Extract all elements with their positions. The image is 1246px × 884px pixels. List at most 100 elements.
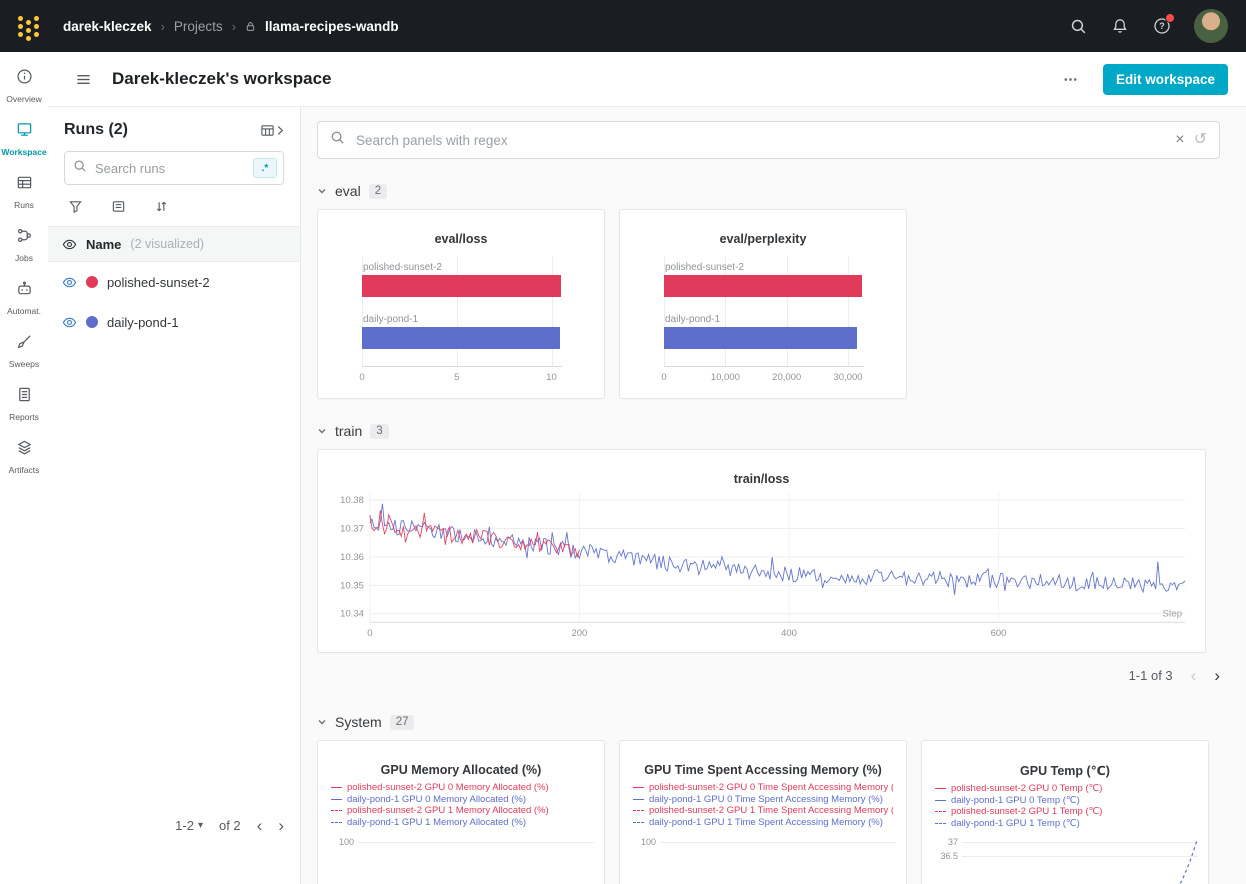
panel-gpu-memory-allocated[interactable]: GPU Memory Allocated (%) polished-sunset… (317, 740, 605, 884)
run-row-daily-pond-1[interactable]: daily-pond-1 (48, 302, 300, 342)
section-header-train[interactable]: train 3 (317, 423, 1220, 439)
visibility-eye-icon[interactable] (62, 275, 77, 290)
legend-label: polished-sunset-2 GPU 0 Memory Allocated… (347, 782, 549, 793)
expand-table-button[interactable] (260, 123, 284, 138)
panel-eval-loss[interactable]: eval/loss 0510polished-sunset-2daily-pon… (317, 209, 605, 399)
search-icon (73, 159, 87, 178)
visibility-eye-icon[interactable] (62, 315, 77, 330)
legend-swatch (935, 823, 946, 824)
breadcrumb-separator: › (161, 19, 165, 34)
notification-dot (1165, 13, 1175, 23)
chevron-down-icon (317, 717, 327, 727)
legend-label: daily-pond-1 GPU 1 Memory Allocated (%) (347, 817, 526, 828)
prev-page-button[interactable]: ‹ (257, 817, 263, 834)
legend-swatch (633, 810, 644, 811)
legend-label: daily-pond-1 GPU 1 Temp (℃) (951, 818, 1080, 829)
panel-gpu-time-accessing-memory[interactable]: GPU Time Spent Accessing Memory (%) poli… (619, 740, 907, 884)
panel-train-loss[interactable]: train/loss 10.3810.3710.3610.3510.340200… (317, 449, 1206, 653)
bar-polished-sunset-2[interactable] (362, 275, 561, 297)
panels-search-input[interactable] (354, 132, 1166, 149)
panel-title: eval/perplexity (620, 210, 906, 246)
legend-item[interactable]: polished-sunset-2 GPU 1 Temp (℃) (935, 806, 1195, 818)
robot-icon (16, 280, 33, 302)
search-icon[interactable] (1068, 16, 1088, 36)
document-icon (16, 386, 33, 408)
x-tick-label: 0 (661, 372, 666, 383)
bar-gridline (848, 256, 849, 366)
legend-swatch (331, 810, 342, 811)
notifications-bell-icon[interactable] (1110, 16, 1130, 36)
regex-toggle-button[interactable]: .* (253, 158, 277, 178)
legend-item[interactable]: daily-pond-1 GPU 0 Memory Allocated (%) (331, 794, 591, 806)
hamburger-menu-icon[interactable] (75, 71, 92, 88)
train-loss-line-chart[interactable]: 10.3810.3710.3610.3510.340200400600Step (318, 450, 1205, 652)
edit-workspace-button[interactable]: Edit workspace (1103, 64, 1228, 95)
rail-item-jobs[interactable]: Jobs (0, 219, 48, 272)
group-icon[interactable] (111, 199, 126, 214)
lock-icon (245, 21, 256, 32)
legend-item[interactable]: polished-sunset-2 GPU 0 Temp (℃) (935, 783, 1195, 795)
clear-search-icon[interactable]: × (1175, 132, 1184, 148)
name-column-header[interactable]: Name (86, 237, 121, 252)
breadcrumb-projects[interactable]: Projects (174, 19, 223, 34)
legend-label: daily-pond-1 GPU 1 Time Spent Accessing … (649, 817, 883, 828)
next-page-button[interactable]: › (278, 817, 284, 834)
legend-label: polished-sunset-2 GPU 0 Time Spent Acces… (649, 782, 893, 793)
wandb-logo[interactable] (18, 16, 39, 37)
rail-item-workspace[interactable]: Workspace (0, 113, 48, 166)
panels-main: × ↺ eval 2 eval/loss 0510polished-sunset… (301, 107, 1246, 884)
legend-item[interactable]: daily-pond-1 GPU 1 Memory Allocated (%) (331, 817, 591, 829)
rail-item-artifacts[interactable]: Artifacts (0, 431, 48, 484)
legend-label: daily-pond-1 GPU 0 Time Spent Accessing … (649, 794, 883, 805)
visibility-eye-icon[interactable] (62, 237, 77, 252)
runs-search-input[interactable] (93, 160, 247, 177)
chart-legend: polished-sunset-2 GPU 0 Time Spent Acces… (620, 782, 906, 828)
legend-item[interactable]: daily-pond-1 GPU 0 Time Spent Accessing … (633, 794, 893, 806)
page-size-dropdown[interactable]: 1-2 ▾ (175, 818, 203, 833)
prev-page-button[interactable]: ‹ (1191, 667, 1197, 684)
bar-daily-pond-1[interactable] (664, 327, 857, 349)
panel-eval-perplexity[interactable]: eval/perplexity 010,00020,00030,000polis… (619, 209, 907, 399)
rail-item-reports[interactable]: Reports (0, 378, 48, 431)
rail-item-sweeps[interactable]: Sweeps (0, 325, 48, 378)
breadcrumb-project[interactable]: llama-recipes-wandb (265, 19, 399, 34)
bar-gridline (552, 256, 553, 366)
section-header-system[interactable]: System 27 (317, 714, 1220, 730)
legend-swatch (935, 788, 946, 789)
bar-polished-sunset-2[interactable] (664, 275, 862, 297)
run-color-dot (86, 276, 98, 288)
more-options-icon[interactable] (1058, 67, 1083, 92)
run-row-polished-sunset-2[interactable]: polished-sunset-2 (48, 262, 300, 302)
rail-item-automations[interactable]: Automat. (0, 272, 48, 325)
legend-item[interactable]: polished-sunset-2 GPU 1 Memory Allocated… (331, 805, 591, 817)
legend-label: polished-sunset-2 GPU 1 Temp (℃) (951, 806, 1102, 817)
legend-item[interactable]: daily-pond-1 GPU 1 Time Spent Accessing … (633, 817, 893, 829)
bar-daily-pond-1[interactable] (362, 327, 560, 349)
panel-gpu-temp[interactable]: GPU Temp (℃) polished-sunset-2 GPU 0 Tem… (921, 740, 1209, 884)
legend-item[interactable]: polished-sunset-2 GPU 0 Memory Allocated… (331, 782, 591, 794)
rail-label: Sweeps (9, 359, 39, 369)
x-tick-label: 10 (546, 372, 557, 383)
panel-title: GPU Temp (℃) (922, 741, 1208, 778)
breadcrumb-user[interactable]: darek-kleczek (63, 19, 152, 34)
legend-label: polished-sunset-2 GPU 1 Time Spent Acces… (649, 805, 893, 816)
run-name[interactable]: polished-sunset-2 (107, 275, 210, 290)
run-name[interactable]: daily-pond-1 (107, 315, 179, 330)
legend-item[interactable]: polished-sunset-2 GPU 1 Time Spent Acces… (633, 805, 893, 817)
legend-item[interactable]: daily-pond-1 GPU 1 Temp (℃) (935, 818, 1195, 830)
rail-item-runs[interactable]: Runs (0, 166, 48, 219)
help-icon[interactable]: ? (1152, 16, 1172, 36)
rail-item-overview[interactable]: Overview (0, 60, 48, 113)
legend-swatch (935, 800, 946, 801)
section-name: eval (335, 183, 361, 199)
legend-item[interactable]: polished-sunset-2 GPU 0 Time Spent Acces… (633, 782, 893, 794)
runs-name-header-row: Name (2 visualized) (48, 226, 300, 262)
next-page-button[interactable]: › (1214, 667, 1220, 684)
history-icon[interactable]: ↺ (1194, 132, 1207, 148)
legend-label: polished-sunset-2 GPU 1 Memory Allocated… (347, 805, 549, 816)
legend-item[interactable]: daily-pond-1 GPU 0 Temp (℃) (935, 795, 1195, 807)
sort-icon[interactable] (154, 199, 169, 214)
filter-funnel-icon[interactable] (68, 199, 83, 214)
section-header-eval[interactable]: eval 2 (317, 183, 1220, 199)
user-avatar[interactable] (1194, 9, 1228, 43)
